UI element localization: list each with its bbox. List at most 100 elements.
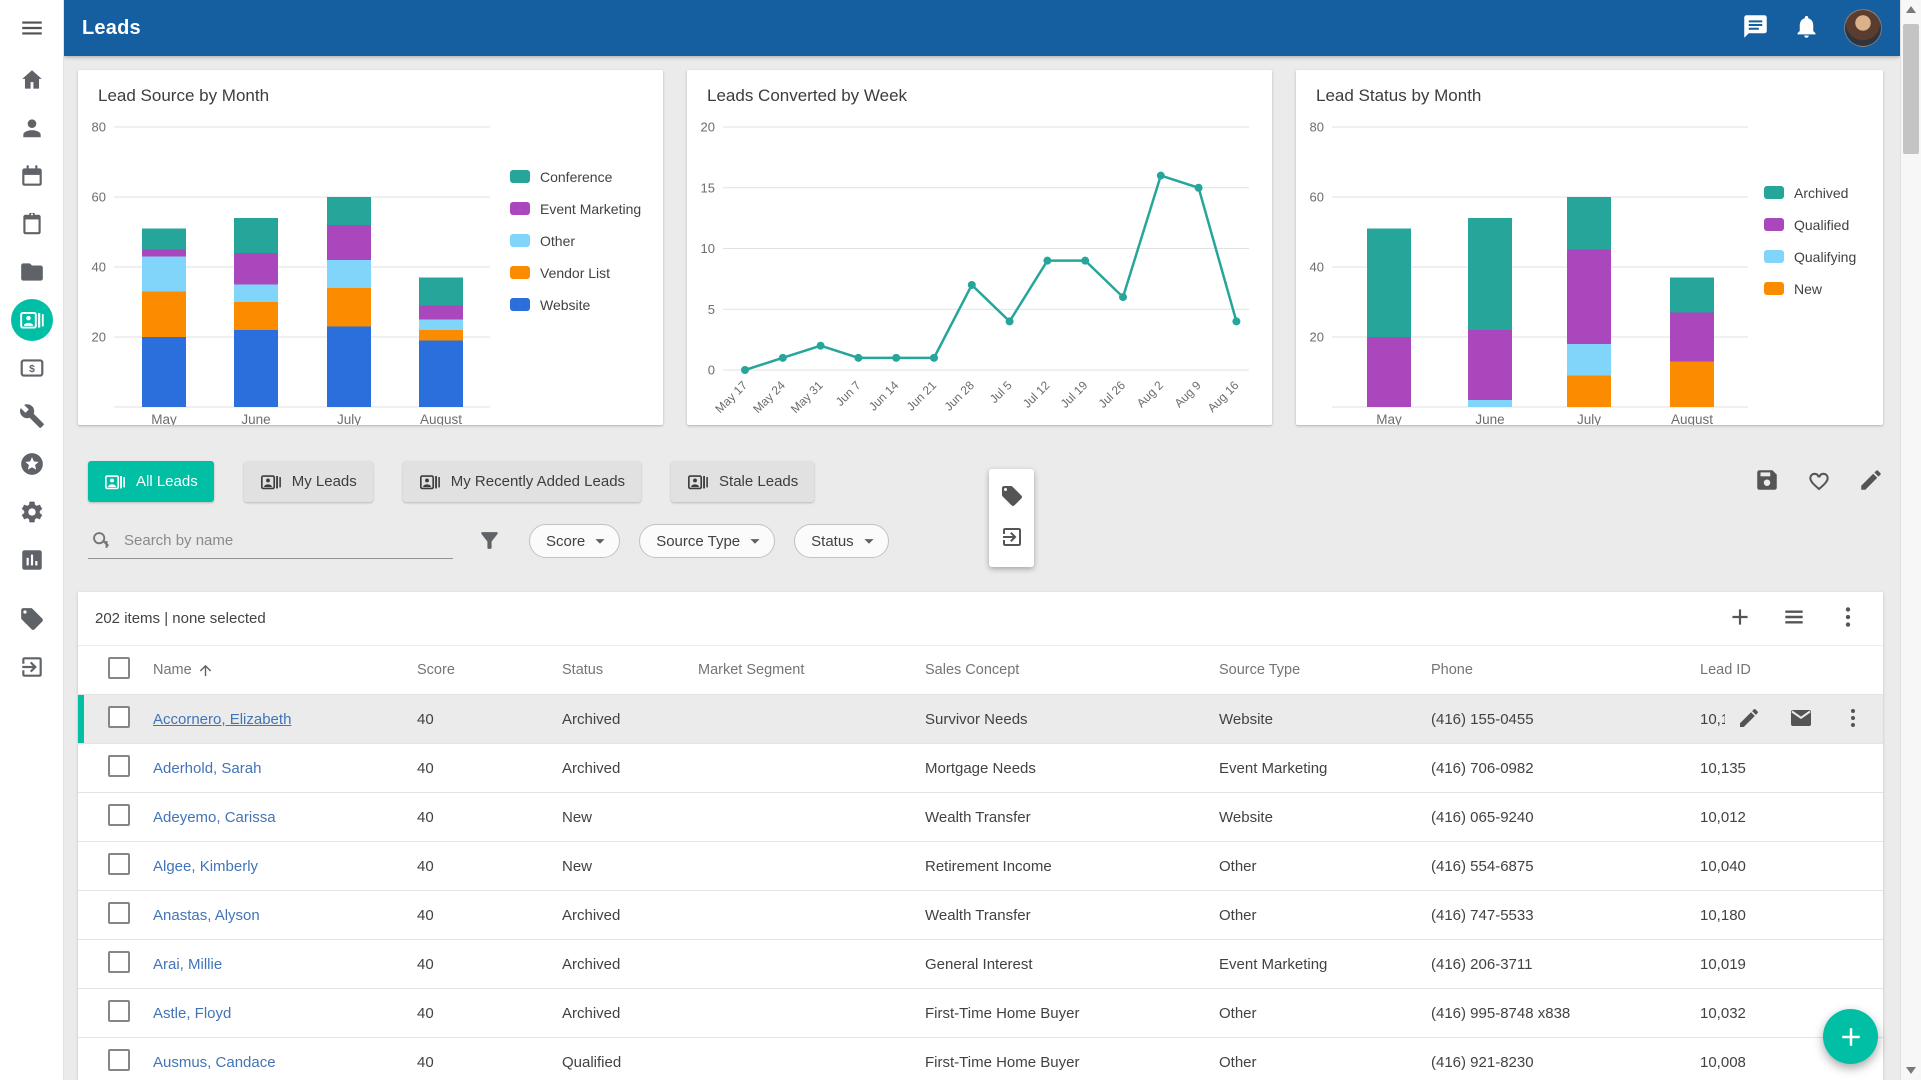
legend-item-event-marketing[interactable]: Event Marketing: [510, 199, 641, 218]
table-row[interactable]: Aderhold, Sarah40ArchivedMortgage NeedsE…: [78, 744, 1883, 793]
edit-row-button[interactable]: [1737, 706, 1761, 733]
row-menu-button[interactable]: [1841, 706, 1865, 733]
lead-name-link[interactable]: Accornero, Elizabeth: [153, 711, 291, 728]
scrollbar-thumb[interactable]: [1903, 24, 1919, 154]
table-row[interactable]: Astle, Floyd40ArchivedFirst-Time Home Bu…: [78, 989, 1883, 1038]
dropdown-status[interactable]: Status: [794, 524, 889, 558]
calendar-icon: [19, 163, 45, 189]
lead-view-my-leads[interactable]: My Leads: [244, 461, 373, 502]
column-header-score[interactable]: Score: [417, 662, 562, 678]
lead-name-link[interactable]: Aderhold, Sarah: [153, 760, 261, 777]
lead-view-buttons: All Leads My Leads My Recently Added Leads…: [88, 461, 814, 502]
svg-text:Jul 19: Jul 19: [1058, 378, 1091, 411]
column-header-phone[interactable]: Phone: [1431, 662, 1700, 678]
lead-name-link[interactable]: Adeyemo, Carissa: [153, 809, 276, 826]
legend-label: New: [1794, 281, 1822, 297]
sidebar-item-calendar[interactable]: [0, 152, 64, 200]
row-checkbox[interactable]: [108, 706, 130, 728]
column-header-status[interactable]: Status: [562, 662, 698, 678]
table-row[interactable]: Anastas, Alyson40ArchivedWealth Transfer…: [78, 891, 1883, 940]
favorite-view-button[interactable]: [1806, 467, 1832, 496]
dropdown-score[interactable]: Score: [529, 524, 620, 558]
table-row[interactable]: Ausmus, Candace40QualifiedFirst-Time Hom…: [78, 1038, 1883, 1080]
table-menu-button[interactable]: [1835, 604, 1861, 633]
scroll-up-arrow[interactable]: [1901, 6, 1921, 13]
table-row[interactable]: Algee, Kimberly40NewRetirement IncomeOth…: [78, 842, 1883, 891]
select-all-checkbox[interactable]: [108, 657, 130, 679]
row-checkbox[interactable]: [108, 951, 130, 973]
column-header-sales-concept[interactable]: Sales Concept: [925, 662, 1219, 678]
exit-button[interactable]: [1000, 525, 1024, 552]
row-checkbox[interactable]: [108, 1049, 130, 1071]
lead-name-link[interactable]: Arai, Millie: [153, 956, 222, 973]
column-header-name[interactable]: Name: [153, 662, 417, 679]
column-header-lead-id[interactable]: Lead ID: [1700, 662, 1883, 678]
sidebar-item-favorites[interactable]: [0, 440, 64, 488]
row-checkbox[interactable]: [108, 755, 130, 777]
sidebar-item-tags[interactable]: [0, 595, 64, 643]
scroll-down-arrow[interactable]: [1901, 1067, 1921, 1074]
search-input[interactable]: [124, 532, 451, 549]
svg-text:5: 5: [708, 302, 715, 317]
save-view-button[interactable]: [1754, 467, 1780, 496]
sidebar-item-billing[interactable]: $: [0, 344, 64, 392]
cell-score: 40: [417, 760, 562, 777]
list-view-button[interactable]: [1781, 604, 1807, 633]
lead-view-my-recently-added-leads[interactable]: My Recently Added Leads: [403, 461, 641, 502]
add-lead-fab[interactable]: [1823, 1009, 1878, 1064]
lead-name-link[interactable]: Astle, Floyd: [153, 1005, 231, 1022]
row-checkbox[interactable]: [108, 804, 130, 826]
sidebar-item-exit[interactable]: [0, 643, 64, 691]
lead-view-all-leads[interactable]: All Leads: [88, 461, 214, 502]
sidebar-item-person[interactable]: [0, 104, 64, 152]
lead-name-link[interactable]: Algee, Kimberly: [153, 858, 258, 875]
column-header-market-segment[interactable]: Market Segment: [698, 662, 925, 678]
row-checkbox[interactable]: [108, 1000, 130, 1022]
sidebar-item-leads[interactable]: [0, 296, 64, 344]
svg-text:Jul 5: Jul 5: [987, 378, 1015, 406]
dropdown-source-type[interactable]: Source Type: [639, 524, 775, 558]
dropdown-label: Status: [811, 533, 854, 550]
chevron-down-icon: [744, 530, 766, 552]
chat-button[interactable]: [1742, 13, 1769, 43]
notifications-button[interactable]: [1793, 13, 1820, 43]
lead-name-link[interactable]: Ausmus, Candace: [153, 1054, 276, 1071]
svg-text:June: June: [1475, 412, 1504, 425]
star-icon: [19, 451, 45, 477]
svg-text:Jun 7: Jun 7: [833, 378, 864, 409]
legend-item-website[interactable]: Website: [510, 295, 641, 314]
row-checkbox[interactable]: [108, 853, 130, 875]
legend-item-conference[interactable]: Conference: [510, 167, 641, 186]
chart-card-lead-status: Lead Status by Month 20406080MayJuneJuly…: [1296, 70, 1883, 425]
sidebar-item-reports[interactable]: [0, 536, 64, 584]
table-row[interactable]: Adeyemo, Carissa40NewWealth TransferWebs…: [78, 793, 1883, 842]
add-item-button[interactable]: [1727, 604, 1753, 633]
legend-item-qualifying[interactable]: Qualifying: [1764, 247, 1856, 266]
filter-button[interactable]: [477, 528, 502, 556]
email-row-button[interactable]: [1789, 706, 1813, 733]
column-header-source-type[interactable]: Source Type: [1219, 662, 1431, 678]
lead-view-stale-leads[interactable]: Stale Leads: [671, 461, 814, 502]
sidebar-item-settings[interactable]: [0, 488, 64, 536]
avatar[interactable]: [1844, 9, 1882, 47]
svg-text:August: August: [420, 412, 462, 425]
lead-name-link[interactable]: Anastas, Alyson: [153, 907, 260, 924]
sidebar-item-folder[interactable]: [0, 248, 64, 296]
tags-button[interactable]: [1000, 484, 1024, 511]
sidebar-item-home[interactable]: [0, 56, 64, 104]
cell-status: Archived: [562, 956, 698, 973]
row-checkbox[interactable]: [108, 902, 130, 924]
sidebar-item-clipboard[interactable]: [0, 200, 64, 248]
table-row[interactable]: Accornero, Elizabeth40ArchivedSurvivor N…: [78, 695, 1883, 744]
table-row[interactable]: Arai, Millie40ArchivedGeneral InterestEv…: [78, 940, 1883, 989]
legend-item-new[interactable]: New: [1764, 279, 1856, 298]
page-scrollbar[interactable]: [1900, 0, 1921, 1080]
legend-item-other[interactable]: Other: [510, 231, 641, 250]
legend-item-vendor-list[interactable]: Vendor List: [510, 263, 641, 282]
legend-item-archived[interactable]: Archived: [1764, 183, 1856, 202]
menu-button[interactable]: [0, 0, 64, 56]
legend-item-qualified[interactable]: Qualified: [1764, 215, 1856, 234]
edit-view-button[interactable]: [1858, 467, 1884, 496]
save-icon: [1754, 467, 1780, 493]
sidebar-item-tools[interactable]: [0, 392, 64, 440]
